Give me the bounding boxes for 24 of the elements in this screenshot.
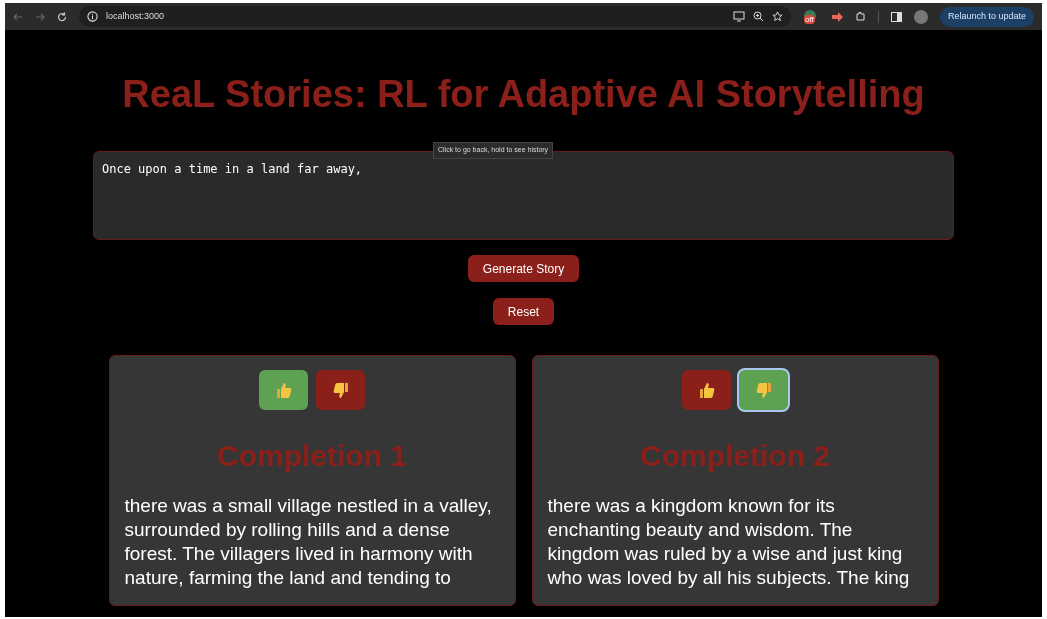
- generate-button[interactable]: Generate Story: [467, 255, 580, 282]
- completion-heading: Completion 1: [217, 438, 407, 474]
- thumbs-up-button[interactable]: [259, 370, 308, 410]
- story-text: there was a small village nestled in a valley, surrounded by rolling hills and a dense forest. The villagers lived in harmony with nature, farming the land and tending to: [123, 494, 493, 590]
- cast-icon[interactable]: [732, 11, 745, 22]
- page-title: ReaL Stories: RL for Adaptive AI Storytelling: [122, 72, 925, 116]
- address-bar[interactable]: localhost:3000: [79, 6, 791, 27]
- zoom-icon[interactable]: [752, 11, 764, 22]
- thumbs-down-button[interactable]: [739, 370, 788, 410]
- side-panel-icon[interactable]: [890, 11, 902, 22]
- thumbs-up-button[interactable]: [682, 370, 731, 410]
- forward-icon[interactable]: [35, 11, 45, 22]
- relaunch-button[interactable]: Relaunch to update: [939, 6, 1034, 27]
- off-badge: off: [803, 14, 815, 24]
- thumbs-down-button[interactable]: [316, 370, 365, 410]
- url-text: localhost:3000: [106, 9, 165, 23]
- reload-icon[interactable]: [57, 11, 67, 22]
- back-icon[interactable]: [13, 11, 23, 22]
- reset-button[interactable]: Reset: [492, 298, 555, 325]
- story-text: there was a kingdom known for its enchanting beauty and wisdom. The kingdom was ruled by a wise and just king who was loved by all his subjects. The king: [546, 494, 911, 590]
- completion-heading: Completion 2: [640, 438, 830, 474]
- info-icon[interactable]: [87, 11, 98, 22]
- star-icon[interactable]: [771, 11, 783, 22]
- profile-avatar[interactable]: [913, 9, 928, 24]
